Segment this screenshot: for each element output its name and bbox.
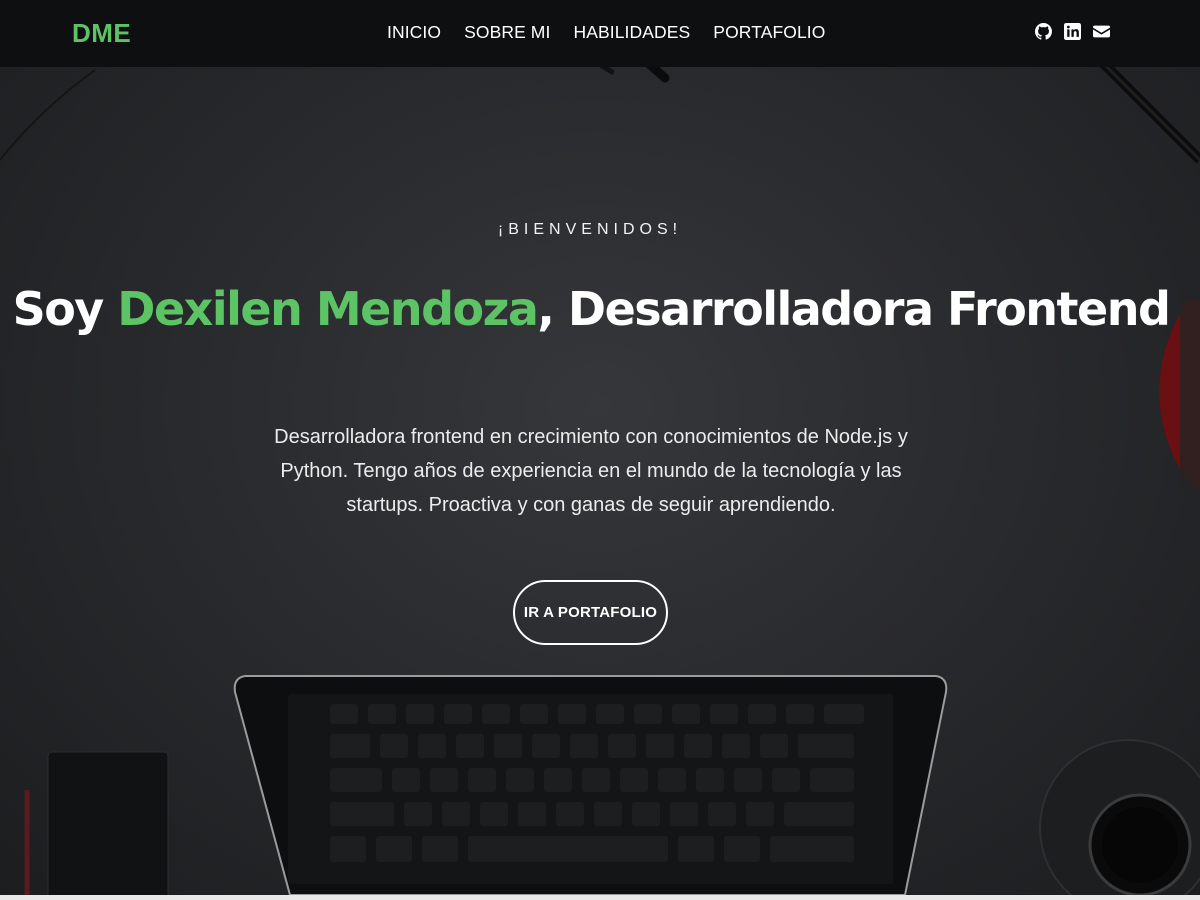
github-icon[interactable] xyxy=(1035,23,1052,40)
bottom-divider xyxy=(0,895,1200,900)
page: DME INICIO SOBRE MI HABILIDADES PORTAFOL… xyxy=(0,0,1200,900)
portfolio-button[interactable]: IR A PORTAFOLIO xyxy=(513,580,668,645)
welcome-text: ¡BIENVENIDOS! xyxy=(497,221,683,238)
nav-links: INICIO SOBRE MI HABILIDADES PORTAFOLIO xyxy=(387,22,825,43)
nav-link-habilidades[interactable]: HABILIDADES xyxy=(573,22,690,43)
headline-suffix: , Desarrolladora Frontend xyxy=(537,282,1171,336)
hero-headline: Soy Dexilen Mendoza, Desarrolladora Fron… xyxy=(0,282,1182,336)
hero-description: Desarrolladora frontend en crecimiento c… xyxy=(274,426,908,516)
headline-prefix: Soy xyxy=(12,282,118,336)
navbar: DME INICIO SOBRE MI HABILIDADES PORTAFOL… xyxy=(0,0,1200,67)
nav-link-sobre-mi[interactable]: SOBRE MI xyxy=(464,22,550,43)
headline-name: Dexilen Mendoza xyxy=(117,282,539,336)
linkedin-icon[interactable] xyxy=(1064,23,1081,40)
nav-link-inicio[interactable]: INICIO xyxy=(387,22,441,43)
envelope-icon[interactable] xyxy=(1093,23,1110,40)
brand-logo[interactable]: DME xyxy=(72,18,131,49)
social-links xyxy=(1035,23,1110,40)
nav-link-portafolio[interactable]: PORTAFOLIO xyxy=(713,22,825,43)
